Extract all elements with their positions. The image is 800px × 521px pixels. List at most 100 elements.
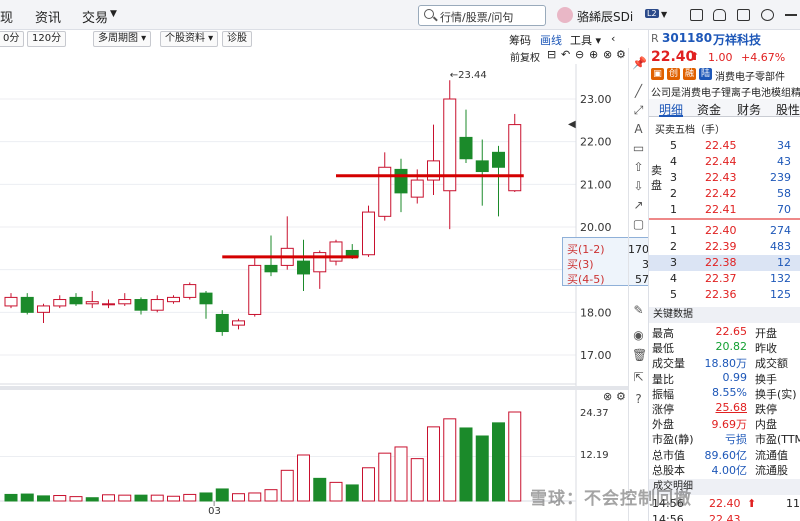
bid-ask-divider xyxy=(649,218,800,220)
sell-order-row[interactable]: 2 22.42 58 xyxy=(649,186,800,202)
volume-bar xyxy=(183,493,197,502)
volume-bar xyxy=(492,422,505,502)
search-input[interactable]: 行情/股票/问句 xyxy=(418,5,546,26)
comment-tool-icon[interactable]: ▭ xyxy=(632,141,645,155)
key-data-row: 最高 22.65 开盘 xyxy=(649,324,800,340)
tooltip-label-buy12: 买(1-2) xyxy=(567,243,605,256)
message-icon[interactable] xyxy=(690,9,703,21)
order-price: 22.37 xyxy=(705,272,737,285)
watermark-text: 雪球：不会控制回撤 xyxy=(530,489,692,509)
arrow-down-tool-icon[interactable]: ⇩ xyxy=(632,179,645,193)
undo-icon[interactable]: ↶ xyxy=(561,48,570,61)
volume-bar xyxy=(280,469,294,502)
draw-line-tab[interactable]: 画线 xyxy=(540,32,562,48)
settings-icon[interactable] xyxy=(761,9,774,21)
search-placeholder: 行情/股票/问句 xyxy=(440,11,514,24)
text-tool-icon[interactable]: A xyxy=(632,122,645,136)
key-data-row: 外盘 9.69万 内盘 xyxy=(649,415,800,431)
sell-order-row[interactable]: 3 22.43 239 xyxy=(649,170,800,186)
menu-item-news[interactable]: 资讯 xyxy=(35,7,61,26)
minimize-icon[interactable] xyxy=(785,14,797,16)
arrow-tool-icon[interactable]: ↗ xyxy=(632,198,645,212)
tools-menu[interactable]: 工具 ▾ xyxy=(570,32,601,48)
menu-item-market[interactable]: 现 xyxy=(0,7,13,26)
chips-tab[interactable]: 筹码 xyxy=(509,32,531,48)
buy-order-row[interactable]: 1 22.40 274 xyxy=(649,223,800,239)
industry-tag[interactable]: 消费电子零部件 xyxy=(715,68,785,83)
shirt-icon[interactable] xyxy=(713,9,726,21)
volume-bar xyxy=(508,411,522,502)
drawing-tools-column: 📌 ╱ ⤢ A ▭ ⇧ ⇩ ↗ ▢ ✎ ◉ 🗑 ⇱ ? xyxy=(628,48,648,521)
volume-bar xyxy=(459,427,473,502)
candle-body xyxy=(102,303,115,306)
order-volume: 132 xyxy=(770,272,791,285)
order-volume: 58 xyxy=(777,187,791,200)
tab-stock-nature[interactable]: 股性 xyxy=(776,101,800,118)
period-button-min[interactable]: 0分 xyxy=(0,31,25,47)
close-chart-icon[interactable]: ⊗ xyxy=(603,48,612,61)
chart-settings-icon[interactable]: ⚙ xyxy=(616,48,626,61)
rect-tool-icon[interactable]: ▢ xyxy=(632,217,645,231)
tag-chuang[interactable]: 创 xyxy=(667,68,680,80)
candle-body xyxy=(183,284,197,298)
key-data-row: 涨停 25.68 跌停 xyxy=(649,400,800,416)
price-change: 1.00 xyxy=(708,51,733,64)
multi-period-button[interactable]: 多周期图 ▾ xyxy=(93,31,152,47)
line-tool-icon[interactable]: ╱ xyxy=(632,84,645,98)
candlestick-chart[interactable]: 23.0022.0021.0020.0019.0018.0017.00◀←23.… xyxy=(0,64,628,386)
trash-icon[interactable]: 🗑 xyxy=(632,348,647,362)
volume-settings-icon: ⚙ xyxy=(616,390,626,403)
price-axis-label: 20.00 xyxy=(580,221,612,234)
grid-icon[interactable] xyxy=(737,9,750,21)
tag-rong[interactable]: 融 xyxy=(683,68,696,80)
buy-order-row[interactable]: 4 22.37 132 xyxy=(649,271,800,287)
key-data-value: 0.99 xyxy=(722,370,748,384)
candle-body xyxy=(232,320,245,326)
buy-order-row[interactable]: 3 22.38 12 xyxy=(649,255,800,271)
stock-name[interactable]: 万祥科技 xyxy=(713,31,761,48)
volume-bar xyxy=(410,458,424,502)
sell-order-row[interactable]: 1 22.41 70 xyxy=(649,202,800,218)
pre-adjust-toggle[interactable]: 前复权 xyxy=(510,49,540,64)
order-level: 2 xyxy=(670,240,677,253)
high-price-label: ←23.44 xyxy=(450,70,487,81)
arrow-up-tool-icon[interactable]: ⇧ xyxy=(632,160,645,174)
avatar[interactable] xyxy=(557,7,573,23)
eye-icon[interactable]: ◉ xyxy=(632,328,645,342)
pin-icon[interactable]: 📌 xyxy=(632,56,647,70)
help-icon[interactable]: ? xyxy=(632,392,645,406)
quote-tabs: 明细 资金 财务 股性 xyxy=(649,99,800,117)
lock-icon[interactable]: ⊟ xyxy=(547,48,556,61)
stock-info-button[interactable]: 个股资料 ▾ xyxy=(160,31,219,47)
diagnose-button[interactable]: 诊股 xyxy=(222,31,252,47)
tag-lu[interactable]: 陆 xyxy=(699,68,712,80)
sell-order-row[interactable]: 5 22.45 34 xyxy=(649,138,800,154)
buy-order-row[interactable]: 5 22.36 125 xyxy=(649,287,800,303)
tab-funds[interactable]: 资金 xyxy=(697,101,721,118)
price-axis-label: 18.00 xyxy=(580,306,612,319)
volume-bar xyxy=(85,497,99,502)
candle-body xyxy=(53,299,67,307)
tab-finance[interactable]: 财务 xyxy=(737,101,761,118)
user-name[interactable]: 骆絺辰SDi xyxy=(577,8,633,25)
user-dropdown-icon[interactable]: ▼ xyxy=(661,10,667,19)
segment-tool-icon[interactable]: ⤢ xyxy=(632,103,645,118)
sell-order-row[interactable]: 4 22.44 43 xyxy=(649,154,800,170)
trade-dropdown-icon[interactable]: ▼ xyxy=(110,9,117,19)
tab-detail[interactable]: 明细 xyxy=(659,101,684,117)
menu-item-trade[interactable]: 交易 xyxy=(82,7,108,26)
buy-order-row[interactable]: 2 22.39 483 xyxy=(649,239,800,255)
order-volume: 125 xyxy=(770,288,791,301)
stock-code: 301180 xyxy=(662,31,713,45)
volume-bar xyxy=(20,493,34,502)
zoom-in-icon[interactable]: ⊕ xyxy=(589,48,598,61)
pen-tool-icon[interactable]: ✎ xyxy=(632,303,645,317)
quote-panel: R 301180 万祥科技 22.40 ⬆ 1.00 +4.67% ▣ 创 融 … xyxy=(648,30,800,521)
current-price-marker: ◀ xyxy=(568,119,576,130)
period-button-120min[interactable]: 120分 xyxy=(27,31,67,47)
key-data-row: 总市值 89.60亿 流通值 xyxy=(649,446,800,462)
export-icon[interactable]: ⇱ xyxy=(632,370,645,384)
order-volume: 34 xyxy=(777,139,791,152)
collapse-icon[interactable]: ‹ xyxy=(611,32,615,45)
zoom-out-icon[interactable]: ⊖ xyxy=(575,48,584,61)
